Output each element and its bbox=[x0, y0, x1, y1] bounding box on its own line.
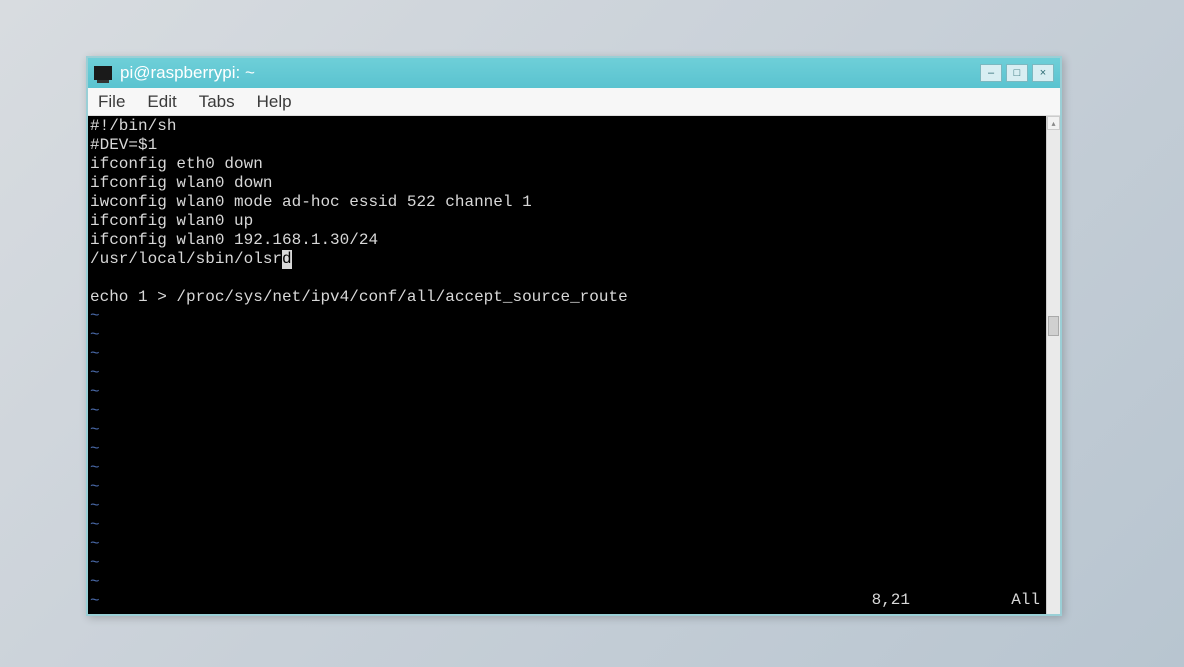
scroll-up-icon[interactable]: ▴ bbox=[1047, 116, 1060, 130]
menu-tabs[interactable]: Tabs bbox=[199, 92, 235, 112]
close-button[interactable]: × bbox=[1032, 64, 1054, 82]
menubar: File Edit Tabs Help bbox=[88, 88, 1060, 116]
vim-tilde-line: ~ bbox=[90, 478, 1058, 497]
code-line: ifconfig wlan0 192.168.1.30/24 bbox=[90, 231, 1058, 250]
vim-tilde-line: ~ bbox=[90, 592, 1058, 611]
cursor-block: d bbox=[282, 250, 292, 269]
menu-edit[interactable]: Edit bbox=[147, 92, 176, 112]
vim-tilde-line: ~ bbox=[90, 307, 1058, 326]
code-line: ifconfig eth0 down bbox=[90, 155, 1058, 174]
terminal-content[interactable]: #!/bin/sh #DEV=$1 ifconfig eth0 down ifc… bbox=[88, 116, 1060, 614]
vim-tilde-line: ~ bbox=[90, 573, 1058, 592]
menu-file[interactable]: File bbox=[98, 92, 125, 112]
vim-tilde-line: ~ bbox=[90, 402, 1058, 421]
menu-help[interactable]: Help bbox=[257, 92, 292, 112]
vim-tilde-line: ~ bbox=[90, 497, 1058, 516]
scroll-thumb[interactable] bbox=[1048, 316, 1059, 336]
code-line: ifconfig wlan0 down bbox=[90, 174, 1058, 193]
terminal-window: pi@raspberrypi: ~ – □ × File Edit Tabs H… bbox=[86, 56, 1062, 616]
vim-tilde-line: ~ bbox=[90, 364, 1058, 383]
vim-tilde-line: ~ bbox=[90, 535, 1058, 554]
terminal-app-icon bbox=[94, 66, 112, 80]
vim-tilde-line: ~ bbox=[90, 459, 1058, 478]
cursor-line: /usr/local/sbin/olsrd bbox=[90, 250, 1058, 269]
cursor-prefix: /usr/local/sbin/olsr bbox=[90, 250, 282, 268]
titlebar[interactable]: pi@raspberrypi: ~ – □ × bbox=[88, 58, 1060, 88]
window-title: pi@raspberrypi: ~ bbox=[120, 63, 972, 83]
vim-tilde-line: ~ bbox=[90, 421, 1058, 440]
vim-scroll-position: All bbox=[1011, 591, 1040, 610]
code-line: echo 1 > /proc/sys/net/ipv4/conf/all/acc… bbox=[90, 288, 1058, 307]
vim-tilde-line: ~ bbox=[90, 326, 1058, 345]
blank-line bbox=[90, 269, 1058, 288]
vim-cursor-position: 8,21 bbox=[872, 591, 910, 610]
window-controls: – □ × bbox=[980, 64, 1054, 82]
vim-tilde-line: ~ bbox=[90, 440, 1058, 459]
vim-tilde-line: ~ bbox=[90, 383, 1058, 402]
minimize-button[interactable]: – bbox=[980, 64, 1002, 82]
code-line: ifconfig wlan0 up bbox=[90, 212, 1058, 231]
code-line: #DEV=$1 bbox=[90, 136, 1058, 155]
code-line: #!/bin/sh bbox=[90, 117, 1058, 136]
vim-tilde-line: ~ bbox=[90, 554, 1058, 573]
scrollbar[interactable]: ▴ bbox=[1046, 116, 1060, 614]
code-line: iwconfig wlan0 mode ad-hoc essid 522 cha… bbox=[90, 193, 1058, 212]
vim-tilde-line: ~ bbox=[90, 345, 1058, 364]
maximize-button[interactable]: □ bbox=[1006, 64, 1028, 82]
vim-tilde-line: ~ bbox=[90, 516, 1058, 535]
